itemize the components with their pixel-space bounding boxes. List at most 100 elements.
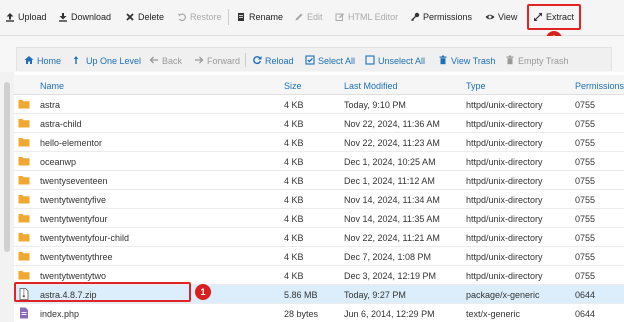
cell-size: 4 KB	[284, 252, 304, 262]
checkbox-empty-icon	[365, 55, 375, 67]
cell-name: index.php	[40, 309, 80, 319]
reload-label: Reload	[265, 56, 294, 66]
unselect-all-label: Unselect All	[378, 56, 426, 66]
folder-icon	[18, 117, 30, 129]
cell-type: httpd/unix-directory	[466, 176, 543, 186]
zip-file-highlight-box	[14, 282, 191, 302]
cell-last-modified: Nov 22, 2024, 11:23 AM	[344, 138, 440, 148]
toolbar-divider	[228, 9, 229, 25]
cell-name: twentytwentythree	[40, 252, 113, 262]
unselect-all-button[interactable]: Unselect All	[365, 54, 425, 68]
cell-name: astra	[40, 100, 61, 110]
cell-name: twentytwentytwo	[40, 271, 107, 281]
table-row[interactable]: index.php 28 bytes Jun 6, 2014, 12:29 PM te…	[14, 304, 624, 322]
cell-type: package/x-generic	[466, 290, 540, 300]
eye-icon	[485, 12, 495, 22]
cell-last-modified: Today, 9:27 PM	[344, 290, 406, 300]
cell-name: twentytwentyfive	[40, 195, 107, 205]
upload-icon	[5, 12, 15, 22]
cell-size: 28 bytes	[284, 309, 319, 319]
cell-permissions: 0755	[575, 138, 596, 148]
folder-icon	[18, 136, 30, 148]
pencil-icon	[294, 12, 304, 22]
table-row[interactable]: twentyseventeen 4 KB Dec 1, 2024, 11:12 AM…	[14, 171, 624, 190]
folder-icon	[18, 212, 30, 224]
table-row[interactable]: oceanwp 4 KB Dec 1, 2024, 10:25 AM httpd/un…	[14, 152, 624, 171]
cell-size: 4 KB	[284, 214, 304, 224]
cell-type: httpd/unix-directory	[466, 138, 543, 148]
column-header-size[interactable]: Size	[284, 81, 302, 91]
cell-type: httpd/unix-directory	[466, 252, 543, 262]
html-editor-button[interactable]: HTML Editor	[335, 10, 398, 24]
table-row[interactable]: hello-elementor 4 KB Nov 22, 2024, 11:23 A…	[14, 133, 624, 152]
table-row[interactable]: twentytwentyfour-child 4 KB Nov 22, 2024, …	[14, 228, 624, 247]
table-row[interactable]: twentytwentythree 4 KB Dec 7, 2024, 1:08 P…	[14, 247, 624, 266]
folder-icon	[18, 269, 30, 281]
cell-type: httpd/unix-directory	[466, 214, 543, 224]
select-all-button[interactable]: Select All	[305, 54, 355, 68]
back-button[interactable]: Back	[149, 54, 182, 68]
home-button[interactable]: Home	[24, 54, 61, 68]
restore-label: Restore	[190, 12, 222, 22]
column-header-type[interactable]: Type	[466, 81, 486, 91]
scrollbar-thumb[interactable]	[4, 82, 10, 252]
arrow-left-icon	[149, 55, 159, 67]
undo-icon	[177, 12, 187, 22]
empty-trash-button[interactable]: Empty Trash	[505, 54, 569, 68]
cell-type: httpd/unix-directory	[466, 119, 543, 129]
cell-permissions: 0755	[575, 271, 596, 281]
view-button[interactable]: View	[485, 10, 517, 24]
view-trash-button[interactable]: View Trash	[438, 54, 495, 68]
cell-last-modified: Nov 14, 2024, 11:34 AM	[344, 195, 440, 205]
cell-type: httpd/unix-directory	[466, 195, 543, 205]
cell-name: twentytwentyfour	[40, 214, 108, 224]
view-trash-label: View Trash	[451, 56, 496, 66]
cell-permissions: 0755	[575, 100, 596, 110]
permissions-button[interactable]: Permissions	[410, 10, 472, 24]
restore-button[interactable]: Restore	[177, 10, 222, 24]
permissions-label: Permissions	[423, 12, 473, 22]
level-up-icon	[73, 55, 83, 67]
table-row[interactable]: twentytwentyfour 4 KB Nov 14, 2024, 11:35 …	[14, 209, 624, 228]
table-row[interactable]: twentytwentyfive 4 KB Nov 14, 2024, 11:34 …	[14, 190, 624, 209]
cell-type: text/x-generic	[466, 309, 521, 319]
rename-button[interactable]: Rename	[236, 10, 283, 24]
cell-last-modified: Nov 14, 2024, 11:35 AM	[344, 214, 440, 224]
cell-type: httpd/unix-directory	[466, 100, 543, 110]
arrow-right-icon	[194, 55, 204, 67]
cell-name: twentyseventeen	[40, 176, 108, 186]
edit-button[interactable]: Edit	[294, 10, 323, 24]
cell-last-modified: Jun 6, 2014, 12:29 PM	[344, 309, 435, 319]
select-all-label: Select All	[318, 56, 356, 66]
up-one-level-button[interactable]: Up One Level	[73, 54, 141, 68]
folder-icon	[18, 98, 30, 110]
close-icon	[125, 12, 135, 22]
cell-type: httpd/unix-directory	[466, 233, 543, 243]
upload-button[interactable]: Upload	[5, 10, 47, 24]
table-row[interactable]: astra 4 KB Today, 9:10 PM httpd/unix-direct…	[14, 95, 624, 114]
table-row[interactable]: astra-child 4 KB Nov 22, 2024, 11:36 AM htt…	[14, 114, 624, 133]
table-header: Name Size Last Modified Type Permissions	[14, 75, 624, 95]
column-header-name[interactable]: Name	[40, 81, 64, 91]
column-header-permissions[interactable]: Permissions	[575, 81, 624, 91]
column-header-last-modified[interactable]: Last Modified	[344, 81, 398, 91]
delete-button[interactable]: Delete	[125, 10, 164, 24]
cell-name: twentytwentyfour-child	[40, 233, 130, 243]
cell-name: hello-elementor	[40, 138, 103, 148]
reload-button[interactable]: Reload	[252, 54, 294, 68]
cell-size: 5.86 MB	[284, 290, 318, 300]
php-file-icon	[18, 307, 30, 319]
cell-size: 4 KB	[284, 119, 304, 129]
cell-size: 4 KB	[284, 100, 304, 110]
cell-size: 4 KB	[284, 195, 304, 205]
cell-name: astra-child	[40, 119, 82, 129]
cell-permissions: 0755	[575, 233, 596, 243]
forward-button[interactable]: Forward	[194, 54, 240, 68]
cell-name: oceanwp	[40, 157, 77, 167]
empty-trash-label: Empty Trash	[518, 56, 569, 66]
cell-last-modified: Dec 1, 2024, 11:12 AM	[344, 176, 435, 186]
download-button[interactable]: Download	[58, 10, 111, 24]
cell-permissions: 0755	[575, 252, 596, 262]
cell-permissions: 0755	[575, 157, 596, 167]
folder-icon	[18, 193, 30, 205]
